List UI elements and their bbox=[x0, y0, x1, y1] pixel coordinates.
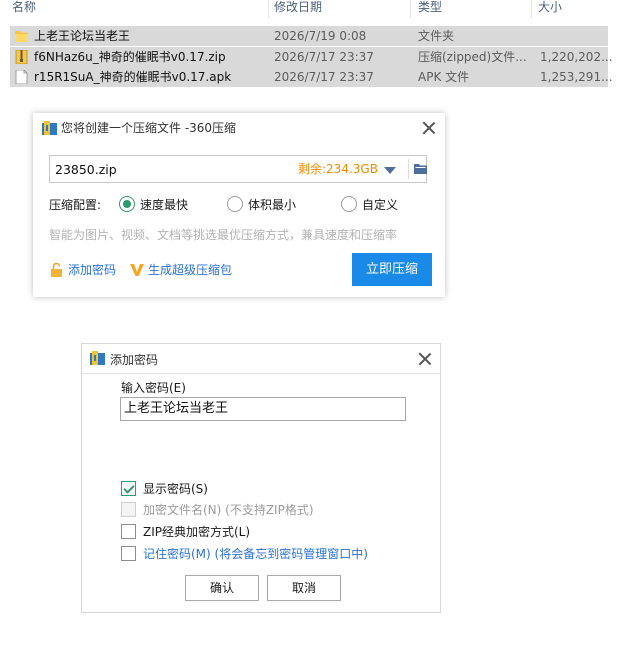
file-date: 2026/7/17 23:37 bbox=[274, 70, 374, 84]
file-name: 上老王论坛当老王 bbox=[34, 29, 131, 43]
remember-password-checkbox[interactable] bbox=[121, 546, 136, 561]
radio-fastest-label[interactable]: 速度最快 bbox=[140, 197, 188, 213]
column-header-type[interactable]: 类型 bbox=[418, 0, 442, 18]
zip-file-icon bbox=[15, 50, 28, 64]
divider bbox=[408, 159, 409, 179]
file-type: 文件夹 bbox=[418, 29, 455, 43]
file-name: r15R1SuA_神奇的催眠书v0.17.apk bbox=[34, 70, 232, 84]
password-input[interactable]: 上老王论坛当老王 bbox=[120, 397, 406, 421]
file-list: 名称 修改日期 类型 大小 上老王论坛当老王 2026/7/19 0:08 文件… bbox=[0, 0, 622, 92]
radio-custom[interactable] bbox=[341, 196, 357, 212]
file-date: 2026/7/19 0:08 bbox=[274, 29, 367, 43]
ok-button[interactable]: 确认 bbox=[185, 575, 259, 601]
file-date: 2026/7/17 23:37 bbox=[274, 50, 374, 64]
column-divider[interactable] bbox=[410, 0, 411, 18]
apk-file-icon bbox=[15, 70, 28, 84]
compress-config-label: 压缩配置: bbox=[49, 198, 102, 212]
file-type: 压缩(zipped)文件... bbox=[418, 50, 527, 64]
dialog-titlebar: 添加密码 bbox=[82, 344, 440, 374]
radio-custom-label[interactable]: 自定义 bbox=[362, 197, 398, 213]
show-password-checkbox[interactable] bbox=[121, 481, 136, 496]
radio-smallest[interactable] bbox=[227, 196, 243, 212]
close-icon[interactable] bbox=[422, 121, 436, 135]
column-header-date[interactable]: 修改日期 bbox=[274, 0, 322, 18]
column-header-name[interactable]: 名称 bbox=[12, 0, 36, 18]
chevron-down-icon[interactable] bbox=[384, 167, 396, 174]
column-divider[interactable] bbox=[531, 0, 532, 18]
add-password-label[interactable]: 添加密码 bbox=[68, 262, 116, 278]
file-size: 1,220,202... bbox=[540, 50, 613, 64]
column-header-size[interactable]: 大小 bbox=[538, 0, 562, 18]
browse-folder-icon[interactable] bbox=[414, 163, 427, 174]
close-icon[interactable] bbox=[418, 352, 432, 366]
compression-hint: 智能为图片、视频、文档等挑选最优压缩方式，兼具速度和压缩率 bbox=[49, 228, 398, 242]
file-row[interactable]: 上老王论坛当老王 2026/7/19 0:08 文件夹 bbox=[10, 26, 608, 46]
encrypt-filename-checkbox bbox=[121, 502, 136, 517]
enter-password-label: 输入密码(E) bbox=[121, 381, 186, 395]
compress-dialog: 您将创建一个压缩文件 -360压缩 23850.zip 剩余:234.3GB 压… bbox=[33, 113, 445, 297]
super-compress-label[interactable]: 生成超级压缩包 bbox=[148, 262, 232, 278]
zip-classic-label[interactable]: ZIP经典加密方式(L) bbox=[143, 524, 250, 540]
file-size: 1,253,291... bbox=[540, 70, 613, 84]
add-password-dialog: 添加密码 输入密码(E) 上老王论坛当老王 显示密码(S) 加密文件名(N) (… bbox=[81, 343, 441, 613]
file-name: f6NHaz6u_神奇的催眠书v0.17.zip bbox=[34, 50, 226, 64]
file-row[interactable]: f6NHaz6u_神奇的催眠书v0.17.zip 2026/7/17 23:37… bbox=[10, 47, 613, 67]
zip-classic-checkbox[interactable] bbox=[121, 524, 136, 539]
column-divider[interactable] bbox=[268, 0, 269, 18]
dialog-title: 添加密码 bbox=[110, 353, 159, 367]
v-badge-icon bbox=[130, 264, 144, 276]
disk-remaining: 剩余:234.3GB bbox=[298, 162, 378, 176]
archive-filename[interactable]: 23850.zip bbox=[55, 156, 117, 183]
app-icon-360zip bbox=[42, 121, 57, 135]
remember-password-label[interactable]: 记住密码(M) (将会备忘到密码管理窗口中) bbox=[143, 546, 368, 562]
file-row[interactable]: r15R1SuA_神奇的催眠书v0.17.apk 2026/7/17 23:37… bbox=[10, 67, 613, 87]
app-icon-360zip bbox=[90, 351, 105, 365]
cancel-button[interactable]: 取消 bbox=[267, 575, 341, 601]
radio-smallest-label[interactable]: 体积最小 bbox=[248, 197, 296, 213]
archive-path-field[interactable]: 23850.zip 剩余:234.3GB bbox=[49, 155, 427, 183]
lock-icon bbox=[51, 263, 62, 277]
radio-fastest[interactable] bbox=[119, 196, 135, 212]
folder-icon bbox=[15, 31, 28, 42]
compress-now-button[interactable]: 立即压缩 bbox=[352, 253, 432, 286]
file-type: APK 文件 bbox=[418, 70, 470, 84]
show-password-label[interactable]: 显示密码(S) bbox=[143, 481, 208, 497]
encrypt-filename-label: 加密文件名(N) (不支持ZIP格式) bbox=[143, 503, 314, 517]
dialog-title: 您将创建一个压缩文件 -360压缩 bbox=[61, 121, 237, 135]
